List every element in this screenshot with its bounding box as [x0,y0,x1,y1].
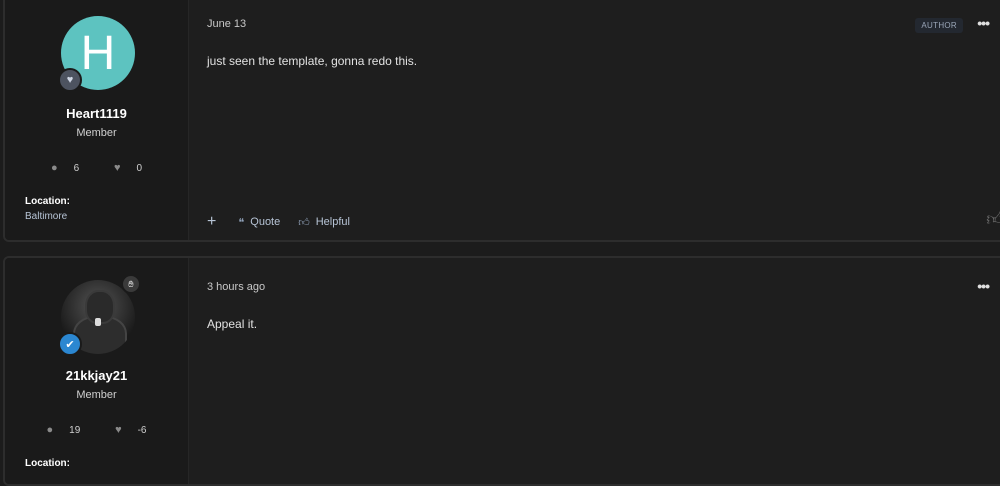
user-role: Member [76,127,117,139]
username[interactable]: Heart1119 [5,106,188,121]
more-options-icon[interactable]: ••• [977,278,990,294]
post: H ♥ Heart1119 Member ● 6 ♥ 0 Location: Bal… [3,0,1000,242]
post-actions: + ❝ Quote 👍︎ Helpful [207,213,368,231]
post-main: June 13 AUTHOR ••• just seen the templat… [189,0,1000,240]
thumbs-up-icon: 👍︎ [298,216,310,229]
user-role: Member [76,389,117,401]
post-date[interactable]: 3 hours ago [207,281,265,293]
shield-heart-icon: ♥ [58,68,82,92]
quote-label: Quote [250,216,281,228]
blue-shield-icon: ✔ [58,332,82,356]
location-label: Location: [25,458,70,469]
like-thumb-icon[interactable]: 👍︎ [986,208,1000,230]
post-content: Appeal it. [207,317,258,331]
helpful-label: Helpful [315,216,350,228]
avatar[interactable]: ✋︎ ✔ [58,274,141,356]
username[interactable]: 21kkjay21 [5,368,188,383]
location-value[interactable]: Baltimore [25,211,67,222]
avatar-figure-chain [95,318,101,326]
message-count: 6 [73,163,80,174]
quote-icon: ❝ [238,216,245,229]
user-sidebar: ✋︎ ✔ 21kkjay21 Member ● 19 ♥ -6 Location: [5,258,189,484]
hand-icon: ✋︎ [121,274,141,294]
location-label: Location: [25,196,70,207]
heart-icon: ♥ [115,424,122,436]
message-icon: ● [50,162,58,174]
post-date[interactable]: June 13 [207,18,246,30]
reaction-count: -6 [137,425,147,436]
user-stats: ● 6 ♥ 0 [5,162,188,174]
helpful-button[interactable]: 👍︎ Helpful [298,216,350,229]
add-icon[interactable]: + [207,213,216,231]
avatar[interactable]: H ♥ [58,16,135,92]
reaction-count: 0 [136,163,143,174]
post-content: just seen the template, gonna redo this. [207,54,418,68]
message-icon: ● [46,424,54,436]
author-badge: AUTHOR [915,18,963,33]
user-sidebar: H ♥ Heart1119 Member ● 6 ♥ 0 Location: Bal… [5,0,189,240]
heart-icon: ♥ [113,162,121,174]
quote-button[interactable]: ❝ Quote [238,216,280,229]
message-count: 19 [69,425,81,436]
more-options-icon[interactable]: ••• [977,15,990,31]
post: ✋︎ ✔ 21kkjay21 Member ● 19 ♥ -6 Location: … [3,256,1000,486]
post-main: 3 hours ago ••• Appeal it. [189,258,1000,484]
user-stats: ● 19 ♥ -6 [5,424,188,436]
